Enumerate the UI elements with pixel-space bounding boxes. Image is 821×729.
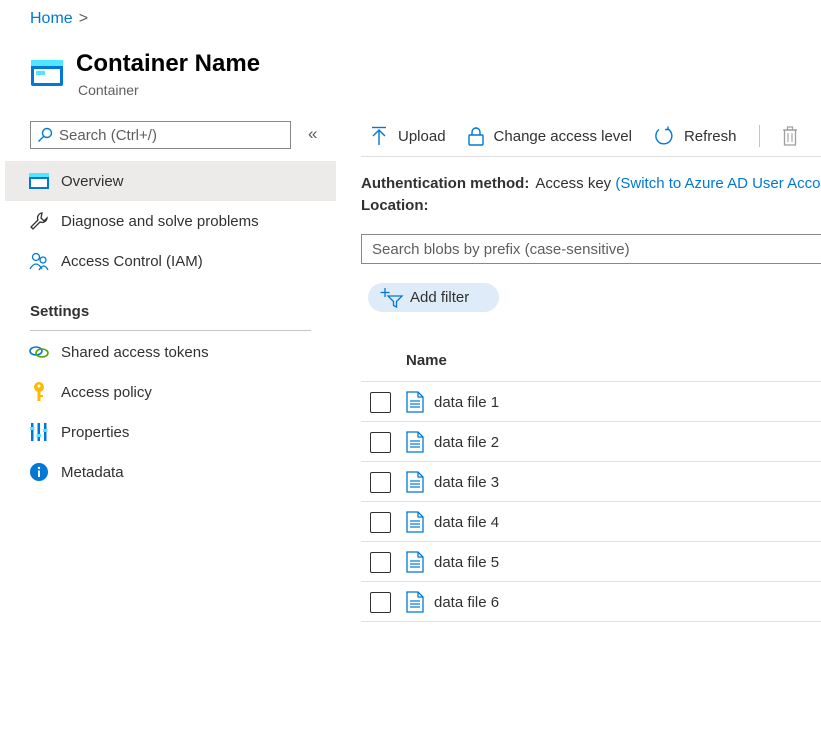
wrench-icon: [29, 211, 49, 231]
row-checkbox[interactable]: [370, 431, 391, 453]
people-icon: [29, 251, 49, 271]
table-row[interactable]: data file 5: [361, 542, 821, 582]
upload-icon: [372, 126, 386, 145]
location-row: Location:: [361, 197, 435, 214]
file-name[interactable]: data file 6: [434, 594, 499, 611]
command-bar: Upload Change access level Refresh: [370, 122, 820, 150]
upload-label: Upload: [398, 127, 446, 145]
refresh-label: Refresh: [683, 127, 737, 145]
page-title: Container Name: [76, 50, 261, 77]
breadcrumb-home-link[interactable]: Home: [30, 10, 73, 28]
toolbar-separator: [758, 125, 760, 147]
container-icon: [31, 60, 63, 86]
file-icon: [406, 591, 424, 613]
switch-auth-link[interactable]: (Switch to Azure AD User Account): [615, 175, 821, 192]
info-icon: [29, 462, 49, 482]
file-name[interactable]: data file 3: [434, 474, 499, 491]
sidebar-item-label: Access Control (IAM): [61, 252, 203, 270]
trash-icon: [782, 126, 797, 146]
file-icon: [406, 551, 424, 573]
add-filter-button[interactable]: Add filter: [368, 283, 499, 312]
file-name[interactable]: data file 2: [434, 434, 499, 451]
sidebar-item-iam[interactable]: Access Control (IAM): [5, 241, 336, 281]
row-divider: [361, 621, 821, 622]
row-checkbox[interactable]: [370, 391, 391, 413]
add-filter-icon: [380, 287, 404, 308]
sidebar-search-input[interactable]: [59, 126, 279, 144]
row-checkbox[interactable]: [370, 511, 391, 533]
sidebar-item-label: Properties: [61, 423, 130, 441]
key-icon: [29, 382, 49, 402]
breadcrumb: Home >: [30, 10, 88, 28]
table-row[interactable]: data file 6: [361, 582, 821, 622]
sidebar-item-label: Overview: [61, 172, 124, 190]
sidebar-item-metadata[interactable]: Metadata: [5, 452, 336, 492]
sidebar-item-shared-access-tokens[interactable]: Shared access tokens: [5, 332, 336, 372]
add-filter-label: Add filter: [410, 289, 470, 306]
table-row[interactable]: data file 4: [361, 502, 821, 542]
collapse-sidebar-button[interactable]: «: [308, 124, 317, 144]
row-checkbox[interactable]: [370, 551, 391, 573]
file-icon: [406, 511, 424, 533]
divider: [30, 330, 311, 331]
row-checkbox[interactable]: [370, 591, 391, 613]
blob-search-box[interactable]: [361, 234, 821, 264]
overview-icon: [29, 171, 49, 191]
sidebar-item-diagnose[interactable]: Diagnose and solve problems: [5, 201, 336, 241]
file-name[interactable]: data file 1: [434, 394, 499, 411]
link-icon: [29, 342, 49, 362]
row-checkbox[interactable]: [370, 471, 391, 493]
file-icon: [406, 391, 424, 413]
sidebar-item-access-policy[interactable]: Access policy: [5, 372, 336, 412]
sidebar-item-properties[interactable]: Properties: [5, 412, 336, 452]
toolbar-divider: [361, 156, 821, 157]
sidebar-item-label: Metadata: [61, 463, 124, 481]
sidebar-search[interactable]: [30, 121, 291, 149]
table-row[interactable]: data file 2: [361, 422, 821, 462]
page-subtitle: Container: [78, 82, 139, 98]
sidebar-item-overview[interactable]: Overview: [5, 161, 336, 201]
lock-icon: [467, 127, 484, 146]
file-name[interactable]: data file 5: [434, 554, 499, 571]
authentication-method-row: Authentication method: Access key (Switch…: [361, 175, 821, 192]
sidebar-item-label: Access policy: [61, 383, 152, 401]
table-row[interactable]: data file 3: [361, 462, 821, 502]
refresh-button[interactable]: Refresh: [654, 126, 737, 146]
column-header-name[interactable]: Name: [406, 352, 447, 369]
sidebar-item-label: Shared access tokens: [61, 343, 209, 361]
auth-method-value: Access key: [535, 175, 612, 192]
file-name[interactable]: data file 4: [434, 514, 499, 531]
change-access-label: Change access level: [493, 127, 632, 145]
properties-icon: [29, 422, 49, 442]
refresh-icon: [655, 126, 673, 145]
delete-button[interactable]: [782, 126, 798, 146]
blob-search-input[interactable]: [372, 240, 812, 258]
search-icon: [38, 127, 53, 142]
file-icon: [406, 471, 424, 493]
table-row[interactable]: data file 1: [361, 382, 821, 422]
settings-section-label: Settings: [30, 303, 90, 320]
location-label: Location:: [361, 197, 429, 214]
file-icon: [406, 431, 424, 453]
sidebar-item-label: Diagnose and solve problems: [61, 212, 259, 230]
auth-method-label: Authentication method:: [361, 175, 530, 192]
upload-button[interactable]: Upload: [370, 126, 446, 146]
chevron-right-icon: >: [78, 10, 89, 27]
change-access-level-button[interactable]: Change access level: [467, 126, 632, 146]
